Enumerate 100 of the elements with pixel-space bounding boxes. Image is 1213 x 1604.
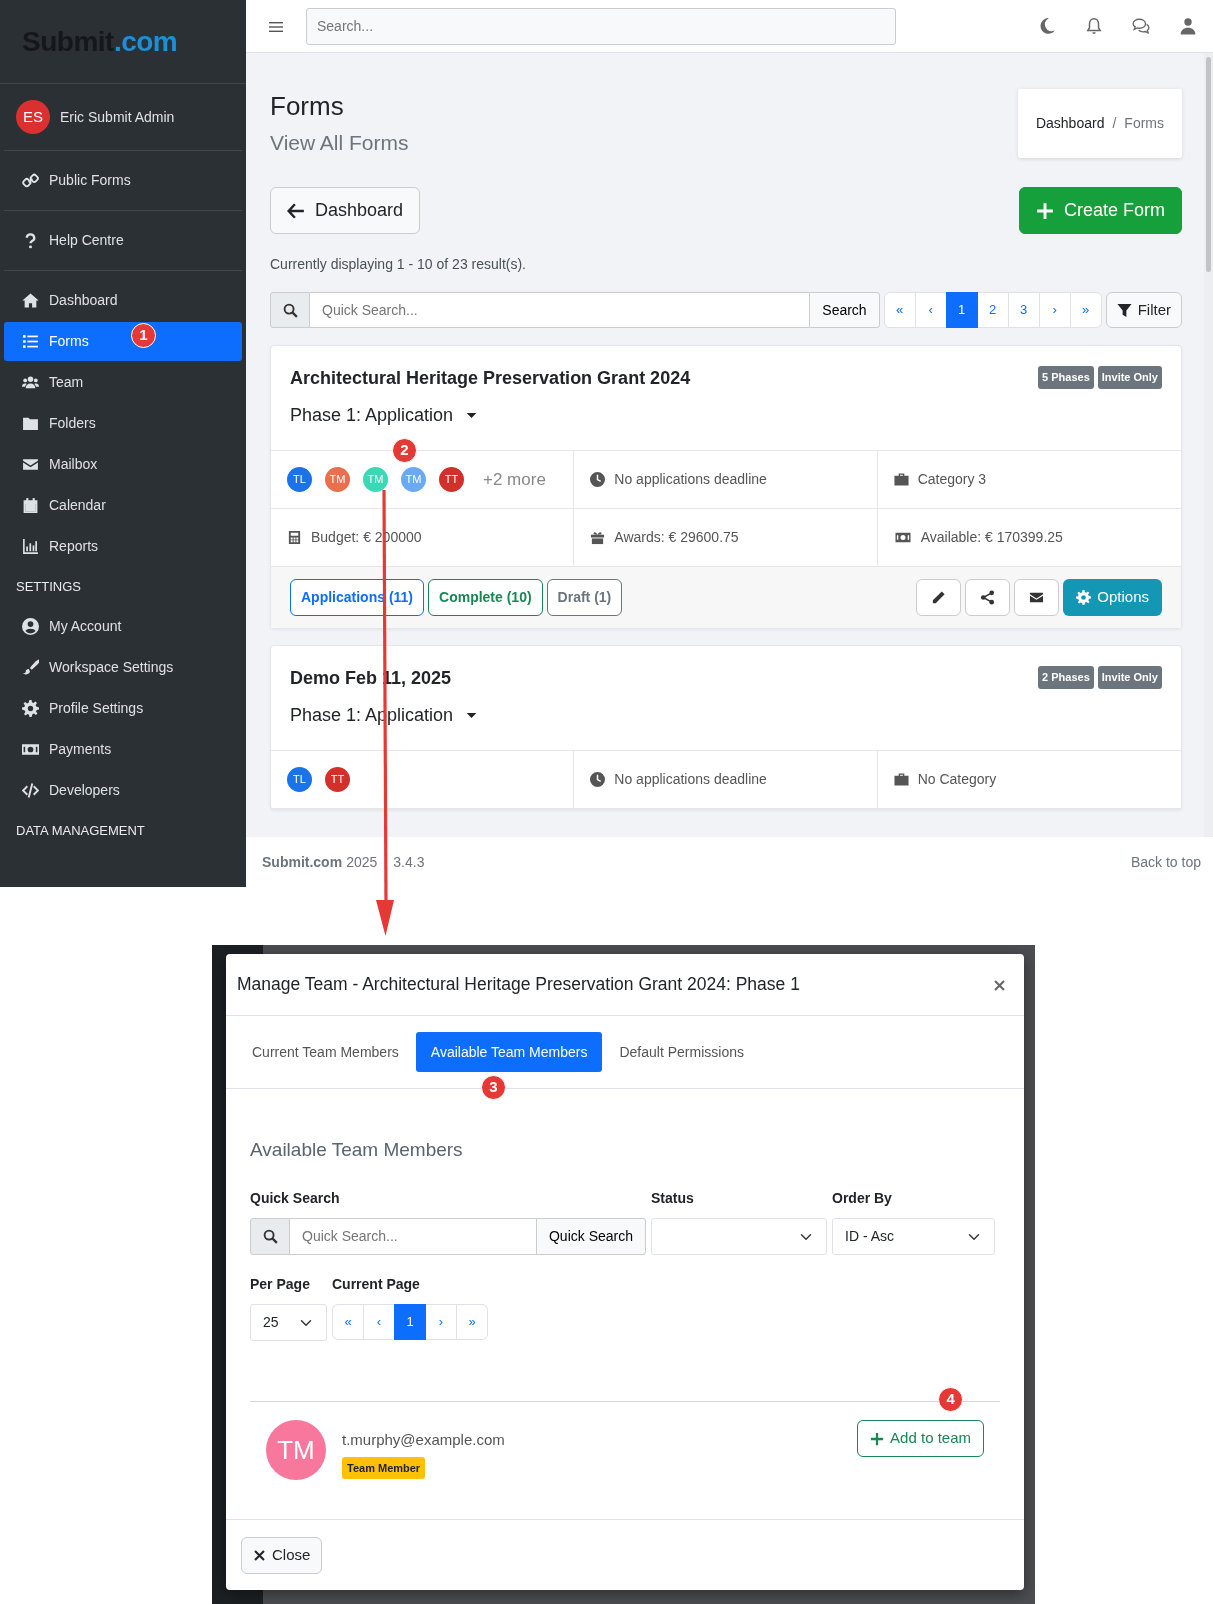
member-avatar[interactable]: TT — [439, 467, 464, 492]
close-button[interactable]: Close — [241, 1536, 323, 1574]
quick-search-field[interactable]: Quick Search... — [290, 1218, 536, 1255]
role-badge: Team Member — [342, 1456, 426, 1479]
tab[interactable]: Current Team Members — [237, 1032, 414, 1072]
status-button[interactable]: Complete (10) — [428, 579, 543, 616]
sidebar-item[interactable]: Profile Settings — [4, 689, 242, 728]
order-select[interactable]: ID - Asc — [832, 1218, 995, 1255]
create-form-button[interactable]: Create Form — [1018, 187, 1182, 234]
member-avatar: TM — [266, 1420, 326, 1480]
back-button[interactable]: Dashboard — [270, 187, 421, 234]
info-text: No applications deadline — [614, 770, 767, 789]
section-heading: Available Team Members — [250, 1138, 464, 1162]
member-avatar[interactable]: TM — [325, 467, 350, 492]
quick-search-field[interactable]: Quick Search... — [310, 292, 810, 328]
status-button[interactable]: Applications (11) — [290, 579, 425, 616]
page-link[interactable]: » — [456, 1304, 488, 1340]
page-link[interactable]: 1 — [945, 292, 978, 328]
sidebar-heading: SETTINGS — [15, 577, 82, 596]
quick-search-button[interactable]: Quick Search — [535, 1218, 646, 1255]
sidebar-item[interactable]: Developers — [4, 771, 242, 810]
tab[interactable]: Default Permissions — [604, 1032, 759, 1072]
info-text: No Category — [917, 770, 997, 789]
modal-title: Manage Team - Architectural Heritage Preservation Grant 2024: Phase 1 — [237, 973, 800, 997]
info-text: Awards: € 29600.75 — [614, 528, 739, 547]
per-page-select[interactable]: 25 — [250, 1304, 327, 1341]
info-text: Available: € 170399.25 — [920, 528, 1063, 547]
page-link[interactable]: ‹ — [363, 1304, 395, 1340]
user-icon[interactable] — [1179, 17, 1197, 35]
info-text: Category 3 — [917, 470, 987, 489]
member-avatar[interactable]: TL — [287, 767, 312, 792]
scrollbar-thumb[interactable] — [1206, 57, 1211, 272]
moon-icon[interactable] — [1038, 17, 1056, 35]
member-avatar[interactable]: TT — [325, 767, 350, 792]
search-field[interactable]: Search... — [306, 7, 896, 45]
plus-icon — [1035, 201, 1054, 220]
sidebar-item[interactable]: Calendar — [4, 486, 242, 525]
field-label: Per Page — [250, 1275, 311, 1294]
edit-button[interactable] — [916, 579, 962, 616]
banknote-icon — [893, 530, 912, 545]
form-badge: Invite Only — [1097, 366, 1162, 389]
page-link[interactable]: › — [1038, 292, 1071, 328]
share-button[interactable] — [965, 579, 1011, 616]
phase-dropdown[interactable]: Phase 1: Application — [290, 402, 691, 428]
sidebar-item[interactable]: Reports — [4, 527, 242, 566]
share-icon — [980, 590, 996, 605]
filter-button[interactable]: Filter — [1105, 292, 1182, 328]
arrow-left-icon — [287, 201, 305, 220]
banknote-icon — [22, 741, 39, 758]
user-avatar[interactable]: ES — [16, 100, 50, 134]
sidebar-item[interactable]: Public Forms — [4, 161, 242, 200]
filter-icon — [1116, 302, 1132, 318]
breadcrumb-separator: / — [1112, 114, 1117, 133]
sidebar-item[interactable]: Team — [4, 363, 242, 402]
sidebar-item[interactable]: Mailbox — [4, 445, 242, 484]
clock-icon — [590, 472, 606, 487]
sidebar-item[interactable]: Help Centre — [4, 221, 242, 260]
list-icon — [22, 333, 39, 350]
envelope-icon — [1029, 590, 1045, 605]
search-icon — [262, 1229, 278, 1244]
page-link[interactable]: ‹ — [914, 292, 947, 328]
page-link[interactable]: « — [332, 1304, 364, 1340]
footer-brand: Submit.com — [262, 852, 343, 872]
page-link[interactable]: » — [1069, 292, 1102, 328]
more-members-link[interactable]: +2 more — [483, 466, 546, 493]
page-link[interactable]: › — [425, 1304, 457, 1340]
page-link[interactable]: « — [883, 292, 916, 328]
user-name[interactable]: Eric Submit Admin — [60, 106, 175, 128]
member-avatar[interactable]: TL — [287, 467, 312, 492]
briefcase-icon — [893, 772, 909, 787]
sidebar-item[interactable]: Payments — [4, 730, 242, 769]
sidebar-item[interactable]: My Account — [4, 607, 242, 646]
bar-chart-icon — [22, 538, 39, 555]
form-badge: 5 Phases — [1038, 366, 1094, 389]
back-to-top-link[interactable]: Back to top — [1130, 851, 1201, 873]
chat-icon[interactable] — [1132, 17, 1150, 35]
breadcrumb-item: Forms — [1124, 114, 1164, 133]
bell-icon[interactable] — [1085, 17, 1103, 35]
calculator-icon — [287, 530, 302, 545]
page-link[interactable]: 3 — [1007, 292, 1040, 328]
step-marker: 3 — [480, 1075, 506, 1100]
gear-icon — [22, 700, 39, 717]
clock-icon — [590, 772, 606, 787]
email-button[interactable] — [1014, 579, 1060, 616]
options-button[interactable]: Options — [1063, 579, 1162, 616]
sidebar-item[interactable]: Workspace Settings — [4, 648, 242, 687]
calendar-icon — [22, 497, 39, 514]
page-link[interactable]: 1 — [394, 1304, 426, 1340]
breadcrumb-item[interactable]: Dashboard — [1035, 113, 1105, 134]
gift-icon — [590, 530, 606, 545]
page-link[interactable]: 2 — [976, 292, 1009, 328]
search-button[interactable]: Search — [809, 292, 880, 328]
form-badge: 2 Phases — [1038, 666, 1094, 689]
sidebar-item[interactable]: Folders — [4, 404, 242, 443]
sidebar-item[interactable]: Dashboard — [4, 281, 242, 320]
member-email: t.murphy@example.com — [342, 1430, 505, 1450]
step-marker: 2 — [392, 438, 417, 463]
sidebar-item[interactable]: Forms 1 — [4, 322, 242, 361]
status-button[interactable]: Draft (1) — [546, 579, 623, 616]
folder-icon — [22, 415, 39, 432]
